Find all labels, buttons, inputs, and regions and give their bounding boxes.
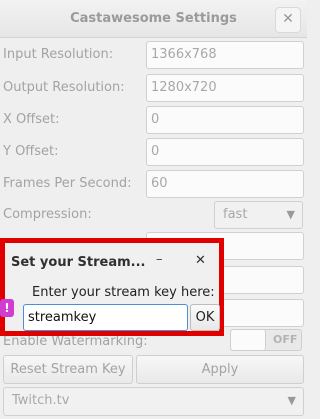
chevron-down-icon: ▼ (286, 208, 295, 221)
fps-label: Frames Per Second: (3, 176, 132, 191)
reset-stream-key-button[interactable]: Reset Stream Key (3, 355, 133, 384)
compression-value: fast (223, 207, 248, 222)
toggle-state: OFF (273, 333, 298, 346)
toggle-knob (230, 329, 266, 351)
warning-icon: ! (0, 299, 14, 317)
x-offset-field[interactable]: 0 (146, 106, 304, 134)
compression-label: Compression: (3, 207, 92, 222)
chevron-down-icon: ▼ (287, 394, 296, 407)
dialog-title: Set your Stream... (11, 255, 146, 270)
window-titlebar: Castawesome Settings ✕ (0, 0, 307, 38)
apply-button[interactable]: Apply (136, 355, 304, 384)
minimize-icon[interactable]: – (156, 252, 163, 267)
stream-key-dialog: Set your Stream... – ✕ Enter your stream… (0, 238, 224, 336)
close-icon[interactable]: ✕ (195, 253, 206, 268)
window-title: Castawesome Settings (70, 11, 237, 26)
close-icon[interactable]: ✕ (275, 7, 301, 33)
service-select[interactable]: Twitch.tv ▼ (3, 387, 304, 416)
input-resolution-field[interactable]: 1366x768 (146, 41, 304, 69)
watermarking-toggle[interactable]: OFF (230, 329, 302, 351)
compression-select[interactable]: fast ▼ (214, 201, 303, 229)
x-offset-label: X Offset: (3, 112, 60, 127)
output-resolution-label: Output Resolution: (3, 80, 125, 95)
ok-button[interactable]: OK (190, 304, 220, 331)
input-resolution-label: Input Resolution: (3, 47, 114, 62)
y-offset-label: Y Offset: (3, 144, 59, 159)
stream-key-input[interactable]: streamkey (23, 304, 188, 331)
service-value: Twitch.tv (12, 393, 70, 408)
dialog-prompt: Enter your stream key here: (32, 285, 215, 300)
fps-field[interactable]: 60 (146, 170, 304, 198)
y-offset-field[interactable]: 0 (146, 138, 304, 166)
output-resolution-field[interactable]: 1280x720 (146, 74, 304, 102)
watermarking-label: Enable Watermarking: (3, 334, 148, 349)
